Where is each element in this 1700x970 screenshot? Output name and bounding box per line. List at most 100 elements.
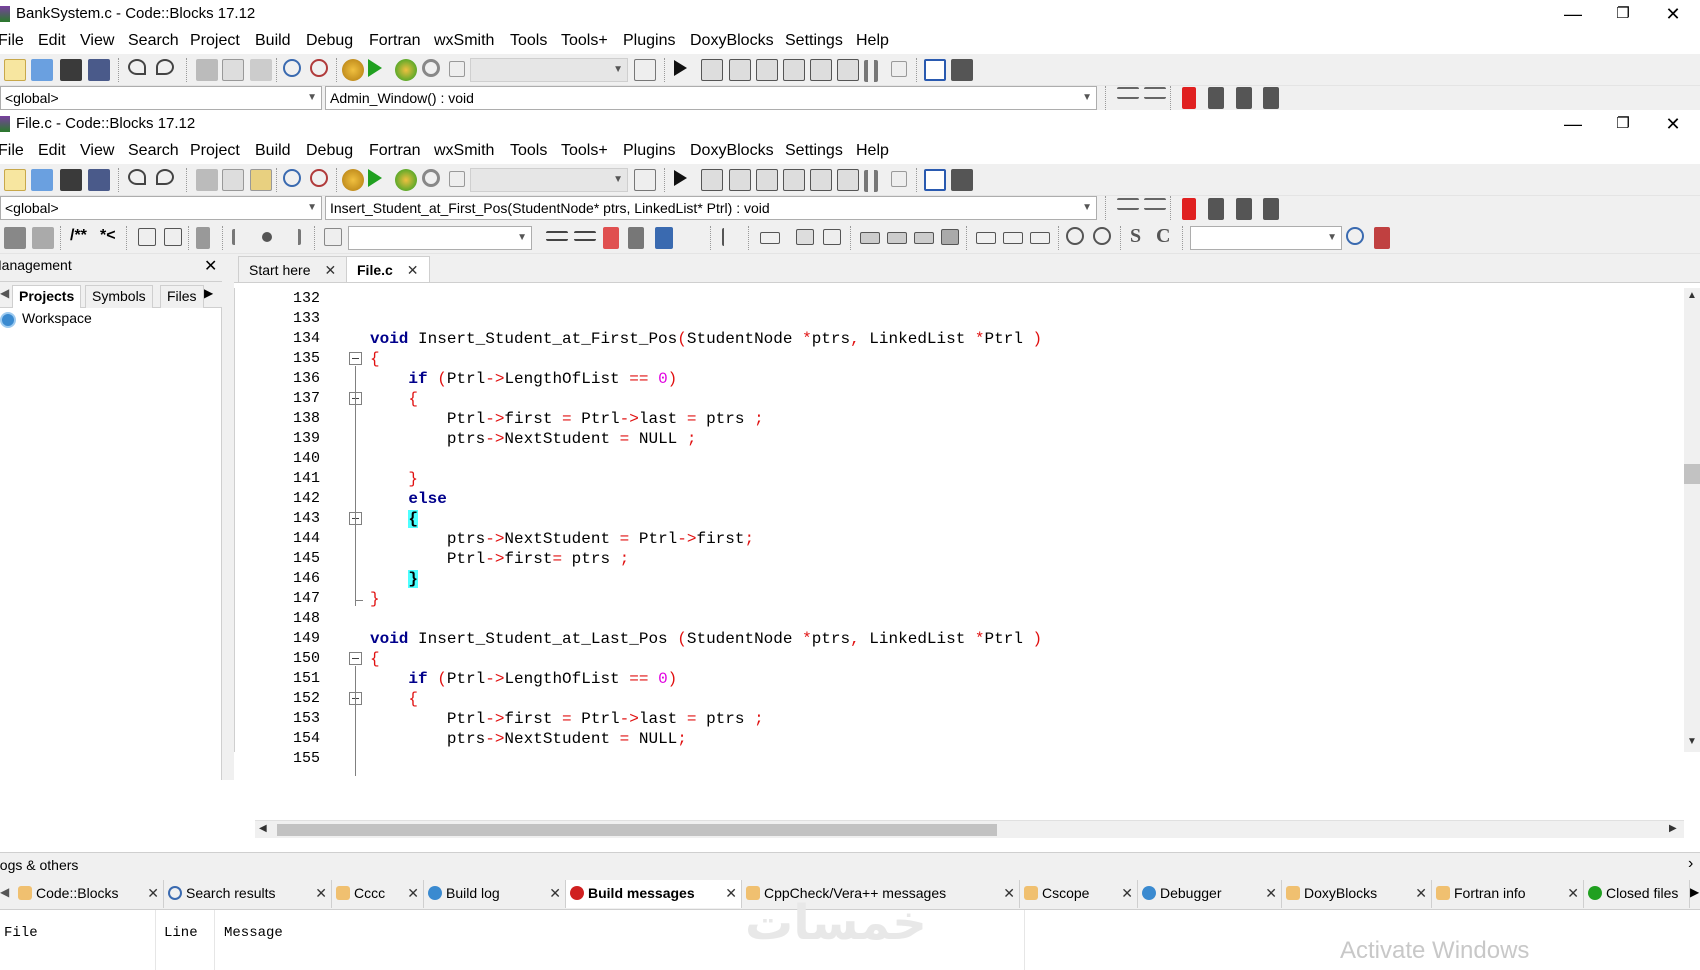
debug-continue-icon[interactable] (674, 60, 687, 76)
fold-margin[interactable] (342, 288, 368, 776)
copy-icon[interactable] (222, 169, 244, 191)
bookmark-clear-icon[interactable] (1263, 87, 1279, 109)
log-tab-close[interactable]: ✕ (315, 880, 327, 906)
abort-icon[interactable] (449, 171, 465, 187)
bookmark-prev-icon[interactable] (1208, 87, 1224, 109)
paste-icon[interactable] (250, 59, 272, 81)
debug-continue-icon[interactable] (674, 170, 687, 186)
info-icon[interactable] (951, 169, 973, 191)
menu-project[interactable]: Project (190, 32, 240, 50)
step-out-icon[interactable] (783, 169, 805, 191)
zoom-out-icon[interactable] (1093, 227, 1111, 245)
logs-tabs-scroll-right-icon[interactable]: ▶ (1690, 885, 1699, 899)
rebuild-icon[interactable] (422, 59, 440, 77)
search-prev-icon[interactable] (546, 231, 568, 241)
bookmark-clear-icon[interactable] (1263, 198, 1279, 220)
fold-toggle-icon[interactable] (349, 352, 362, 365)
jump-back-icon[interactable] (1117, 198, 1139, 210)
save-all-icon[interactable] (88, 169, 110, 191)
menu-fortran[interactable]: Fortran (369, 142, 421, 160)
regex-icon[interactable] (682, 227, 698, 249)
minimize-button[interactable]: — (1548, 2, 1598, 26)
menu-view[interactable]: View (80, 142, 114, 160)
log-tab-search-results[interactable]: Search results ✕ (164, 880, 332, 908)
menu-doxyblocks[interactable]: DoxyBlocks (690, 32, 774, 50)
log-tab-doxyblocks[interactable]: DoxyBlocks ✕ (1282, 880, 1432, 908)
bookmark-next-icon[interactable] (1236, 87, 1252, 109)
menu-tools[interactable]: Tools (510, 142, 547, 160)
close-button[interactable]: ✕ (1648, 112, 1698, 136)
jump-forward-icon[interactable] (1144, 87, 1166, 99)
doxy-comment-block-button[interactable]: /** (70, 227, 87, 245)
log-tab-close[interactable]: ✕ (407, 880, 419, 906)
open-folder-icon[interactable] (31, 169, 53, 191)
pause-icon[interactable] (864, 60, 878, 82)
menu-debug[interactable]: Debug (306, 32, 353, 50)
next-instruction-icon[interactable] (810, 169, 832, 191)
symbol-search-input[interactable]: ▼ (1190, 226, 1342, 250)
maximize-button[interactable]: ❐ (1598, 112, 1648, 136)
copy-icon[interactable] (222, 59, 244, 81)
log-tab-close[interactable]: ✕ (725, 880, 737, 906)
scroll-up-icon[interactable]: ▲ (1687, 290, 1697, 301)
log-tab-cccc[interactable]: Cccc ✕ (332, 880, 424, 908)
menu-search[interactable]: Search (128, 142, 179, 160)
open-folder-icon[interactable] (31, 59, 53, 81)
debug-windows-icon[interactable] (924, 59, 946, 81)
fold-toggle-icon[interactable] (349, 652, 362, 665)
undo-icon[interactable] (128, 59, 146, 75)
tab-close-button[interactable]: ✕ (407, 262, 419, 278)
log-tab-debugger[interactable]: Debugger ✕ (1138, 880, 1282, 908)
logs-tabs-scroll-left-icon[interactable]: ◀ (0, 885, 9, 899)
log-tab-close[interactable]: ✕ (1121, 880, 1133, 906)
bookmark-next-icon[interactable] (1236, 198, 1252, 220)
run-icon[interactable] (368, 169, 382, 187)
sizer-v-icon[interactable] (887, 232, 907, 244)
menu-file[interactable]: File (0, 32, 24, 50)
flexgrid-sizer-icon[interactable] (941, 229, 959, 245)
find-icon[interactable] (283, 59, 301, 77)
menu-fortran[interactable]: Fortran (369, 32, 421, 50)
menu-build[interactable]: Build (255, 142, 291, 160)
nav-first-icon[interactable] (232, 229, 248, 245)
doxywizard-icon[interactable] (138, 228, 156, 246)
build-and-run-icon[interactable] (395, 169, 417, 191)
jump-forward-icon[interactable] (1144, 198, 1166, 210)
save-icon[interactable] (60, 169, 82, 191)
log-tab-close[interactable]: ✕ (1003, 880, 1015, 906)
column-header-message[interactable]: Message (224, 925, 283, 941)
dialog-widget-icon[interactable] (796, 229, 814, 245)
tab-start-here[interactable]: Start here ✕ (238, 256, 348, 284)
step-into-icon[interactable] (756, 59, 778, 81)
log-tab-close[interactable]: ✕ (147, 880, 159, 906)
menu-debug[interactable]: Debug (306, 142, 353, 160)
log-tab-build-messages[interactable]: Build messages ✕ (566, 880, 742, 908)
stop-debugger-icon[interactable] (891, 171, 907, 187)
cut-icon[interactable] (196, 59, 218, 81)
symbol-s-button[interactable]: S (1130, 225, 1141, 248)
cut-icon[interactable] (196, 169, 218, 191)
stop-debugger-icon[interactable] (891, 61, 907, 77)
show-target-dialog-icon[interactable] (634, 169, 656, 191)
column-header-file[interactable]: File (4, 925, 38, 941)
tab-file-c[interactable]: File.c ✕ (346, 256, 430, 284)
bookmark-prev-icon[interactable] (1208, 198, 1224, 220)
step-into-icon[interactable] (756, 169, 778, 191)
info-icon[interactable] (951, 59, 973, 81)
scroll-right-icon[interactable]: ▶ (1669, 823, 1677, 834)
pane-splitter[interactable] (222, 254, 234, 780)
log-tab-close[interactable]: ✕ (1567, 880, 1579, 906)
function-combo[interactable]: Insert_Student_at_First_Pos(StudentNode*… (325, 196, 1097, 220)
button-widget-icon[interactable] (976, 232, 996, 244)
zoom-in-icon[interactable] (1066, 227, 1084, 245)
jump-back-icon[interactable] (1117, 87, 1139, 99)
log-tab-cscope[interactable]: Cscope ✕ (1020, 880, 1138, 908)
scrollbar-thumb[interactable] (1684, 464, 1700, 484)
menu-toolsplus[interactable]: Tools+ (561, 32, 608, 50)
search-next-icon[interactable] (574, 231, 596, 241)
code-editor[interactable]: void Insert_Student_at_First_Pos(Student… (368, 288, 1684, 752)
menu-tools[interactable]: Tools (510, 32, 547, 50)
redo-icon[interactable] (156, 169, 174, 185)
menu-file[interactable]: File (0, 142, 24, 160)
menu-plugins[interactable]: Plugins (623, 142, 675, 160)
